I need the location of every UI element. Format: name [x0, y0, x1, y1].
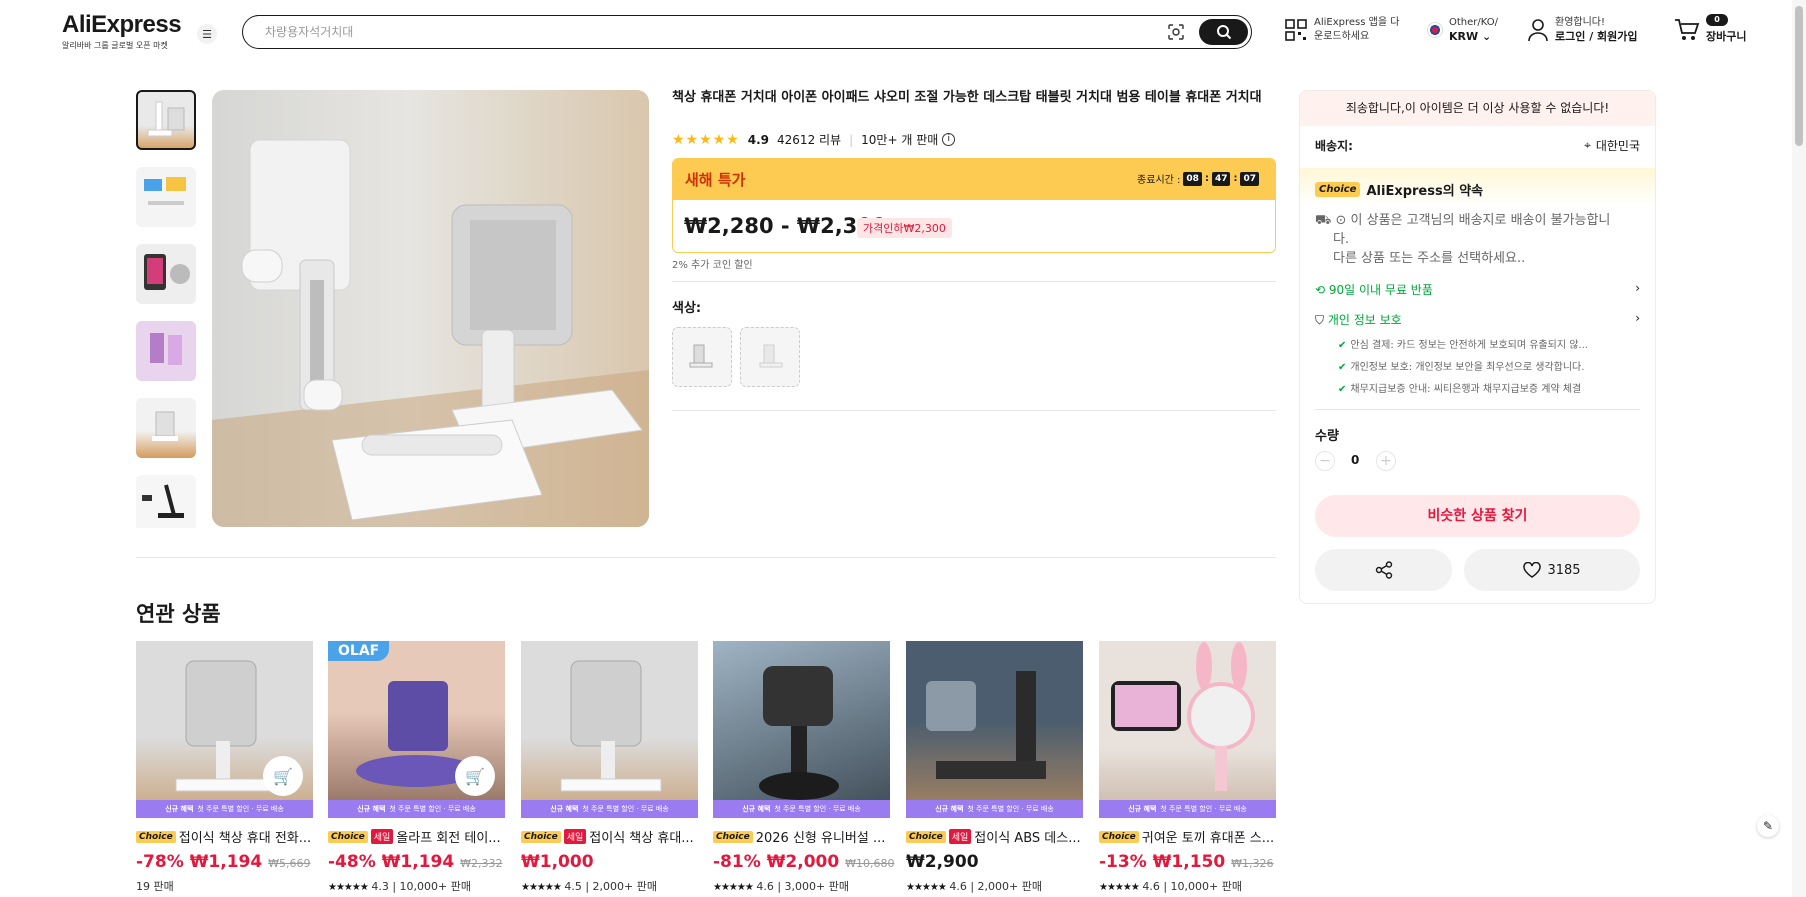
product-card[interactable]: 신규 혜택 첫 주문 특별 할인 · 무료 배송 Choice 2026 신형 유니…	[713, 641, 895, 894]
undeliverable-message: ⛟ ⊙ 이 상품은 고객님의 배송지로 배송이 불가능합니 다. 다른 상품 또…	[1315, 213, 1611, 266]
thumbnail-3[interactable]	[136, 244, 196, 304]
review-count[interactable]: 42612 리뷰	[777, 131, 841, 148]
product-card[interactable]: 신규 혜택 첫 주문 특별 할인 · 무료 배송 Choice 세일 접이식 ABS …	[906, 641, 1083, 894]
product-card[interactable]: 🛒 신규 혜택 첫 주문 특별 할인 · 무료 배송 Choice 접이식 책상 휴…	[136, 641, 313, 894]
product-card-image[interactable]: OLAF 🛒 신규 혜택 첫 주문 특별 할인 · 무료 배송	[328, 641, 505, 818]
product-title: 책상 휴대폰 거치대 아이폰 아이패드 샤오미 조절 가능한 데스크탑 태블릿 …	[672, 90, 1262, 105]
product-card-image[interactable]: 신규 혜택 첫 주문 특별 할인 · 무료 배송	[521, 641, 698, 818]
region-currency-selector[interactable]: Other/KO/KRW ⌄	[1427, 16, 1498, 44]
promo-band: 신규 혜택 첫 주문 특별 할인 · 무료 배송	[521, 800, 698, 818]
share-button[interactable]	[1315, 549, 1452, 591]
menu-icon[interactable]: ☰	[197, 24, 217, 44]
check-item: ✔ 채무지급보증 안내: 씨티은행과 채무지급보증 계약 체결	[1338, 384, 1582, 395]
check-icon: ✔	[1338, 384, 1347, 395]
product-card-image[interactable]: 신규 혜택 첫 주문 특별 할인 · 무료 배송	[906, 641, 1083, 818]
deal-box: 새해 특가 종료시간 : 08: 47: 07 ₩2,280 - ₩2,300 …	[672, 158, 1276, 253]
korea-flag-icon	[1427, 22, 1443, 38]
divider	[672, 410, 1276, 411]
check-item: ✔ 안심 결제: 카드 정보는 안전하게 보호되며 유출되지 않...	[1338, 340, 1588, 351]
color-option-silver[interactable]	[740, 327, 800, 387]
check-item: ✔ 개인정보 보호: 개인정보 보안을 최우선으로 생각합니다.	[1338, 362, 1585, 373]
sold-count: 10만+ 개 판매	[861, 133, 939, 147]
thumbnail-6[interactable]	[136, 475, 196, 528]
feedback-edit-button[interactable]: ✎	[1757, 815, 1779, 837]
search-icon	[1216, 25, 1231, 40]
aliexpress-logo[interactable]: AliExpress 알리바바 그룹 글로벌 오픈 마켓	[62, 12, 182, 51]
color-option-white[interactable]	[672, 327, 732, 387]
color-label: 색상:	[672, 301, 702, 316]
add-to-cart-button[interactable]: 🛒	[455, 756, 495, 796]
pencil-icon: ✎	[1762, 819, 1774, 833]
add-to-cart-button[interactable]: 🛒	[263, 756, 303, 796]
search-input[interactable]	[265, 22, 1165, 42]
image-search-icon[interactable]	[1167, 23, 1185, 41]
price-drop-badge: 가격인하₩2,300	[857, 218, 952, 238]
quantity-increase-button[interactable]: +	[1376, 451, 1396, 471]
chevron-down-icon: ⌄	[1481, 30, 1492, 43]
scrollbar-thumb[interactable]	[1795, 6, 1803, 146]
privacy-protection-link[interactable]: ⛉ 개인 정보 보호 ›	[1315, 311, 1640, 328]
choice-promise: Choice AliExpress의 약속	[1315, 180, 1483, 199]
ship-to-label: 배송지:	[1315, 139, 1353, 153]
app-download[interactable]: AliExpress 앱을 다 운로드하세요	[1284, 16, 1399, 44]
location-pin-icon: ⌖	[1584, 138, 1591, 152]
deal-title: 새해 특가	[685, 171, 746, 189]
cart-plus-icon: 🛒	[465, 766, 485, 786]
promo-band: 신규 혜택 첫 주문 특별 할인 · 무료 배송	[136, 800, 313, 818]
unavailable-notice: 죄송합니다,이 아이템은 더 이상 사용할 수 없습니다!	[1300, 91, 1655, 126]
truck-icon: ⛟	[1315, 213, 1332, 228]
promo-band: 신규 혜택 첫 주문 특별 할인 · 무료 배송	[328, 800, 505, 818]
qr-code-icon	[1285, 19, 1307, 41]
thumbnail-5[interactable]	[136, 398, 196, 458]
product-card[interactable]: OLAF 🛒 신규 혜택 첫 주문 특별 할인 · 무료 배송 Choice 세일 올…	[328, 641, 505, 894]
check-icon: ✔	[1338, 340, 1347, 351]
cart-count-badge: 0	[1706, 14, 1728, 26]
coin-discount-note: 2% 추가 코인 할인	[672, 260, 753, 271]
cart-icon	[1675, 19, 1700, 40]
return-box-icon: ⟲	[1315, 283, 1326, 297]
user-icon	[1528, 19, 1548, 42]
product-card-image[interactable]: 🛒 신규 혜택 첫 주문 특별 할인 · 무료 배송	[136, 641, 313, 818]
thumbnail-4[interactable]	[136, 321, 196, 381]
thumbnail-list	[136, 90, 198, 528]
related-products-title: 연관 상품	[136, 602, 221, 626]
product-card[interactable]: 신규 혜택 첫 주문 특별 할인 · 무료 배송 Choice 귀여운 토끼 휴대폰…	[1099, 641, 1276, 894]
shield-icon: ⛉	[1315, 313, 1325, 327]
chevron-right-icon: ›	[1635, 311, 1640, 325]
free-returns-link[interactable]: ⟲ 90일 이내 무료 반품 ›	[1315, 281, 1640, 298]
site-header: AliExpress 알리바바 그룹 글로벌 오픈 마켓 ☰ AliExpres…	[0, 0, 1806, 64]
product-card[interactable]: 신규 혜택 첫 주문 특별 할인 · 무료 배송 Choice 세일 접이식 책상 휴…	[521, 641, 698, 894]
info-icon[interactable]: i	[942, 133, 956, 146]
promo-band: 신규 혜택 첫 주문 특별 할인 · 무료 배송	[1099, 800, 1276, 818]
share-icon	[1375, 561, 1392, 579]
product-card-image[interactable]: 신규 혜택 첫 주문 특별 할인 · 무료 배송	[713, 641, 890, 818]
ship-destination[interactable]: ⌖ 대한민국	[1584, 137, 1640, 154]
divider	[672, 281, 1276, 282]
search-button[interactable]	[1199, 19, 1248, 45]
main-product-image[interactable]	[212, 90, 649, 527]
product-card-image[interactable]: 신규 혜택 첫 주문 특별 할인 · 무료 배송	[1099, 641, 1276, 818]
heart-icon	[1523, 562, 1542, 578]
cart-plus-icon: 🛒	[273, 766, 293, 786]
promo-band: 신규 혜택 첫 주문 특별 할인 · 무료 배송	[906, 800, 1083, 818]
account-menu[interactable]: 환영합니다! 로그인 / 회원가입	[1527, 16, 1638, 44]
rating-stars: ★★★★★	[672, 131, 740, 148]
page-scrollbar[interactable]	[1792, 0, 1806, 897]
purchase-panel: 죄송합니다,이 아이템은 더 이상 사용할 수 없습니다! 배송지: ⌖ 대한민…	[1299, 90, 1656, 604]
quantity-label: 수량	[1315, 429, 1339, 444]
thumbnail-2[interactable]	[136, 167, 196, 227]
chevron-right-icon: ›	[1635, 281, 1640, 295]
wishlist-button[interactable]: 3185	[1464, 549, 1640, 591]
section-divider	[136, 557, 1276, 558]
rating-summary: ★★★★★ 4.9 42612 리뷰 | 10만+ 개 판매 i	[672, 131, 956, 148]
search-bar	[242, 15, 1252, 49]
thumbnail-1[interactable]	[136, 90, 196, 150]
check-icon: ✔	[1338, 362, 1347, 373]
quantity-value: 0	[1351, 453, 1360, 467]
olaf-badge: OLAF	[328, 641, 390, 661]
quantity-decrease-button[interactable]: −	[1315, 451, 1335, 471]
promo-band: 신규 혜택 첫 주문 특별 할인 · 무료 배송	[713, 800, 890, 818]
find-similar-button[interactable]: 비슷한 상품 찾기	[1315, 495, 1640, 537]
deal-countdown: 종료시간 : 08: 47: 07	[1137, 171, 1259, 186]
